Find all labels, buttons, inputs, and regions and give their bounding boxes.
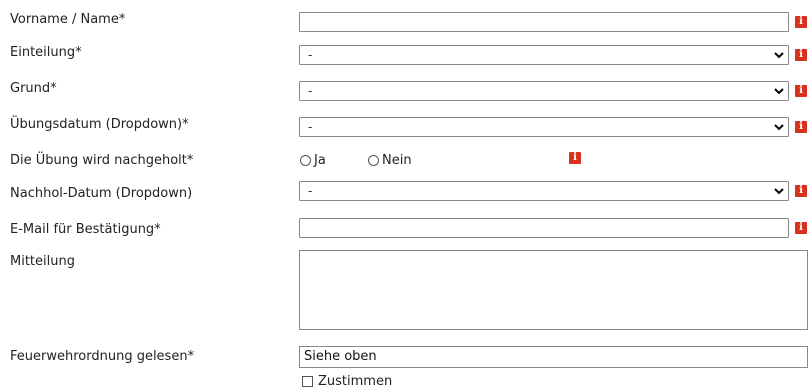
- grund-label: Grund*: [10, 81, 57, 96]
- nachhol-datum-label: Nachhol-Datum (Dropdown): [10, 186, 193, 201]
- einteilung-select[interactable]: -: [299, 45, 789, 65]
- grund-selected: -: [308, 84, 313, 98]
- info-icon[interactable]: i: [795, 121, 807, 133]
- chevron-down-icon: [774, 52, 784, 59]
- radio-ja[interactable]: Ja: [300, 153, 326, 168]
- name-label: Vorname / Name*: [10, 12, 126, 27]
- info-icon[interactable]: i: [569, 152, 581, 164]
- email-label: E-Mail für Bestätigung*: [10, 222, 161, 237]
- info-icon[interactable]: i: [795, 222, 807, 234]
- feuerwehrordnung-field[interactable]: Siehe oben: [299, 346, 808, 368]
- radio-nein[interactable]: Nein: [368, 153, 412, 168]
- name-input[interactable]: [299, 12, 789, 32]
- chevron-down-icon: [774, 124, 784, 131]
- radio-nein-circle[interactable]: [368, 155, 379, 166]
- uebungsdatum-label: Übungsdatum (Dropdown)*: [10, 117, 189, 132]
- nachhol-datum-selected: -: [308, 184, 313, 198]
- zustimmen-label: Zustimmen: [318, 374, 393, 389]
- chevron-down-icon: [774, 188, 784, 195]
- grund-select[interactable]: -: [299, 81, 789, 101]
- zustimmen-checkbox[interactable]: Zustimmen: [302, 374, 392, 389]
- nachhol-datum-select[interactable]: -: [299, 181, 789, 201]
- info-icon[interactable]: i: [795, 16, 807, 28]
- einteilung-label: Einteilung*: [10, 45, 82, 60]
- uebungsdatum-select[interactable]: -: [299, 117, 789, 137]
- uebungsdatum-selected: -: [308, 120, 313, 134]
- zustimmen-box[interactable]: [302, 376, 313, 387]
- info-icon[interactable]: i: [795, 185, 807, 197]
- radio-ja-circle[interactable]: [300, 155, 311, 166]
- nachgeholt-label: Die Übung wird nachgeholt*: [10, 153, 194, 168]
- info-icon[interactable]: i: [795, 49, 807, 61]
- mitteilung-textarea[interactable]: [299, 250, 808, 330]
- radio-nein-label: Nein: [382, 153, 412, 168]
- radio-ja-label: Ja: [314, 153, 326, 168]
- email-input[interactable]: [299, 218, 789, 238]
- info-icon[interactable]: i: [795, 85, 807, 97]
- mitteilung-label: Mitteilung: [10, 254, 75, 269]
- feuerwehrordnung-label: Feuerwehrordnung gelesen*: [10, 349, 195, 364]
- einteilung-selected: -: [308, 48, 313, 62]
- chevron-down-icon: [774, 88, 784, 95]
